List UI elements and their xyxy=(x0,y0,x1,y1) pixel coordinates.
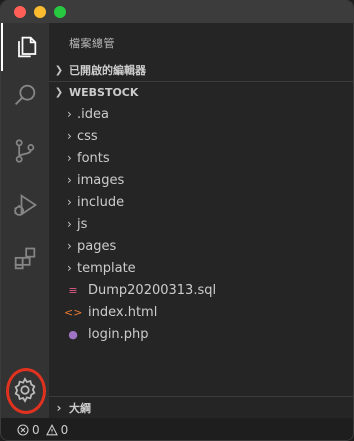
activity-bar xyxy=(1,23,49,418)
tree-item-label: .idea xyxy=(77,106,109,122)
warning-count: 0 xyxy=(60,423,69,437)
tree-item-label: index.html xyxy=(88,304,158,320)
tree-item-images[interactable]: › images xyxy=(49,169,353,191)
outline-label: 大綱 xyxy=(69,401,91,415)
html-file-icon: <> xyxy=(64,305,83,319)
warnings-indicator[interactable]: 0 xyxy=(45,423,69,437)
workspace-header[interactable]: ❯ WEBSTOCK xyxy=(49,81,353,103)
status-bar: 0 0 xyxy=(1,418,353,440)
chevron-right-icon: › xyxy=(67,261,72,275)
problems-indicator[interactable]: 0 xyxy=(17,423,40,437)
settings-gear-icon xyxy=(14,377,36,403)
error-count: 0 xyxy=(32,423,40,437)
search-button[interactable] xyxy=(1,71,49,119)
source-control-icon xyxy=(15,139,35,163)
chevron-down-icon: ❯ xyxy=(54,87,64,98)
workspace-label: WEBSTOCK xyxy=(69,86,139,99)
tree-item-pages[interactable]: › pages xyxy=(49,235,353,257)
tree-item-label: js xyxy=(77,216,88,232)
chevron-right-icon: › xyxy=(67,217,72,231)
minimize-window-button[interactable] xyxy=(34,6,46,18)
tree-item-html-file[interactable]: <> index.html xyxy=(49,301,353,323)
chevron-right-icon: › xyxy=(67,107,72,121)
tree-item-label: template xyxy=(77,260,136,276)
tree-item-css[interactable]: › css xyxy=(49,125,353,147)
database-icon: ≡ xyxy=(68,283,78,297)
run-debug-icon xyxy=(14,194,38,216)
tree-item-label: pages xyxy=(77,238,117,254)
extensions-button[interactable] xyxy=(1,235,49,283)
manage-settings-button[interactable] xyxy=(1,366,49,414)
tree-item-fonts[interactable]: › fonts xyxy=(49,147,353,169)
tree-item-label: login.php xyxy=(88,326,149,342)
tree-item-php-file[interactable]: ● login.php xyxy=(49,323,353,345)
outline-header[interactable]: › 大綱 xyxy=(49,396,353,418)
vscode-window: 檔案總管 ❯ 已開啟的編輯器 ❯ WEBSTOCK › .idea › css … xyxy=(0,0,354,441)
tree-item-label: include xyxy=(77,194,125,210)
chevron-right-icon: › xyxy=(67,195,72,209)
close-window-button[interactable] xyxy=(14,6,26,18)
tree-item-template[interactable]: › template xyxy=(49,257,353,279)
explorer-button[interactable] xyxy=(1,23,49,71)
tree-item-idea[interactable]: › .idea xyxy=(49,103,353,125)
explorer-sidebar: 檔案總管 ❯ 已開啟的編輯器 ❯ WEBSTOCK › .idea › css … xyxy=(49,23,353,418)
chevron-right-icon: › xyxy=(67,151,72,165)
tree-item-sql-file[interactable]: ≡ Dump20200313.sql xyxy=(49,279,353,301)
run-debug-button[interactable] xyxy=(1,181,49,229)
chevron-down-icon: ❯ xyxy=(54,64,64,76)
title-bar xyxy=(1,1,353,23)
extensions-icon xyxy=(14,247,36,270)
explorer-title: 檔案總管 xyxy=(69,37,115,50)
chevron-right-icon: › xyxy=(67,173,72,187)
warning-icon xyxy=(45,424,58,436)
open-editors-label: 已開啟的編輯器 xyxy=(69,64,146,77)
php-elephant-icon: ● xyxy=(68,327,78,341)
chevron-right-icon: › xyxy=(67,239,72,253)
tree-item-label: Dump20200313.sql xyxy=(88,282,217,298)
tree-item-label: fonts xyxy=(77,150,110,166)
tree-item-include[interactable]: › include xyxy=(49,191,353,213)
tree-item-label: images xyxy=(77,172,125,188)
search-icon xyxy=(15,84,36,105)
explorer-icon xyxy=(18,36,37,58)
error-icon xyxy=(17,424,29,436)
source-control-button[interactable] xyxy=(1,127,49,175)
tree-item-js[interactable]: › js xyxy=(49,213,353,235)
maximize-window-button[interactable] xyxy=(54,6,66,18)
tree-item-label: css xyxy=(77,128,98,144)
open-editors-header[interactable]: ❯ 已開啟的編輯器 xyxy=(49,59,353,81)
chevron-right-icon: › xyxy=(56,400,62,415)
chevron-right-icon: › xyxy=(67,129,72,143)
